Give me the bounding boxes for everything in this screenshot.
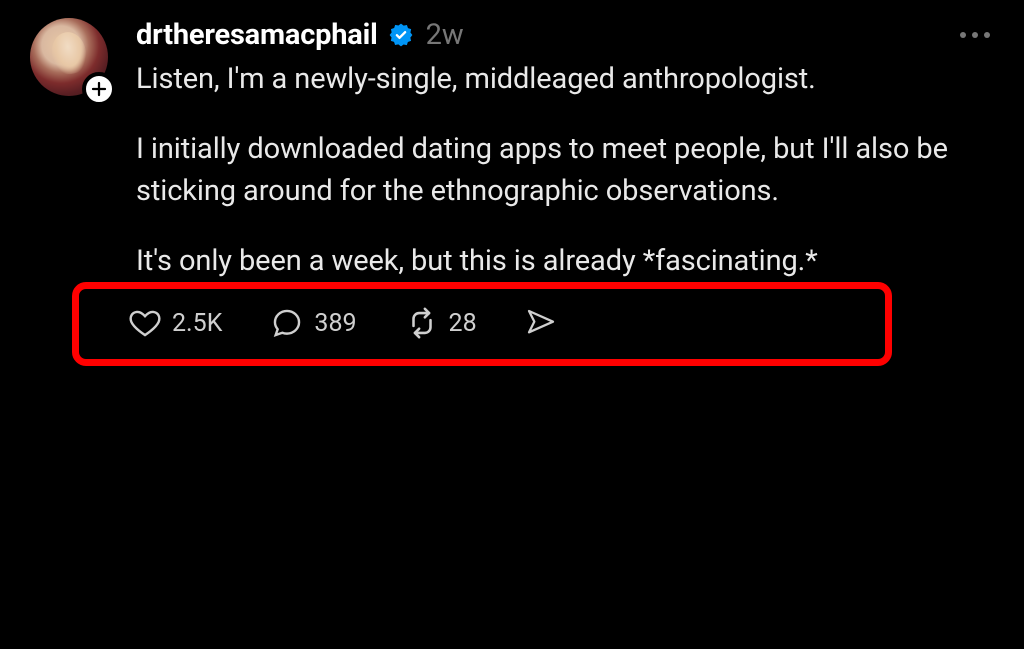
heart-icon [128,306,162,340]
add-story-badge[interactable] [82,72,116,106]
actions-container: 2.5K 389 28 [128,300,998,348]
post-content: drtheresamacphail 2w Listen, I'm a newly… [136,18,998,348]
more-options-button[interactable] [952,28,998,42]
username[interactable]: drtheresamacphail [136,18,378,52]
comment-icon [270,306,304,340]
repost-icon [405,306,439,340]
share-icon [525,307,557,339]
post-header: drtheresamacphail 2w [136,18,998,52]
repost-count: 28 [449,309,477,338]
repost-button[interactable]: 28 [405,306,477,340]
like-count: 2.5K [172,309,222,338]
verified-badge-icon [388,22,414,48]
post-body: Listen, I'm a newly-single, middleaged a… [136,58,998,282]
comment-button[interactable]: 389 [270,306,356,340]
share-button[interactable] [525,307,557,339]
post-paragraph: It's only been a week, but this is alrea… [136,240,998,282]
action-bar: 2.5K 389 28 [128,300,998,348]
avatar-container[interactable] [30,18,118,348]
comment-count: 389 [314,309,356,338]
post-paragraph: Listen, I'm a newly-single, middleaged a… [136,58,998,100]
plus-icon [90,80,108,98]
post: drtheresamacphail 2w Listen, I'm a newly… [0,0,1024,348]
timestamp: 2w [426,18,464,52]
post-paragraph: I initially downloaded dating apps to me… [136,128,998,212]
like-button[interactable]: 2.5K [128,306,222,340]
